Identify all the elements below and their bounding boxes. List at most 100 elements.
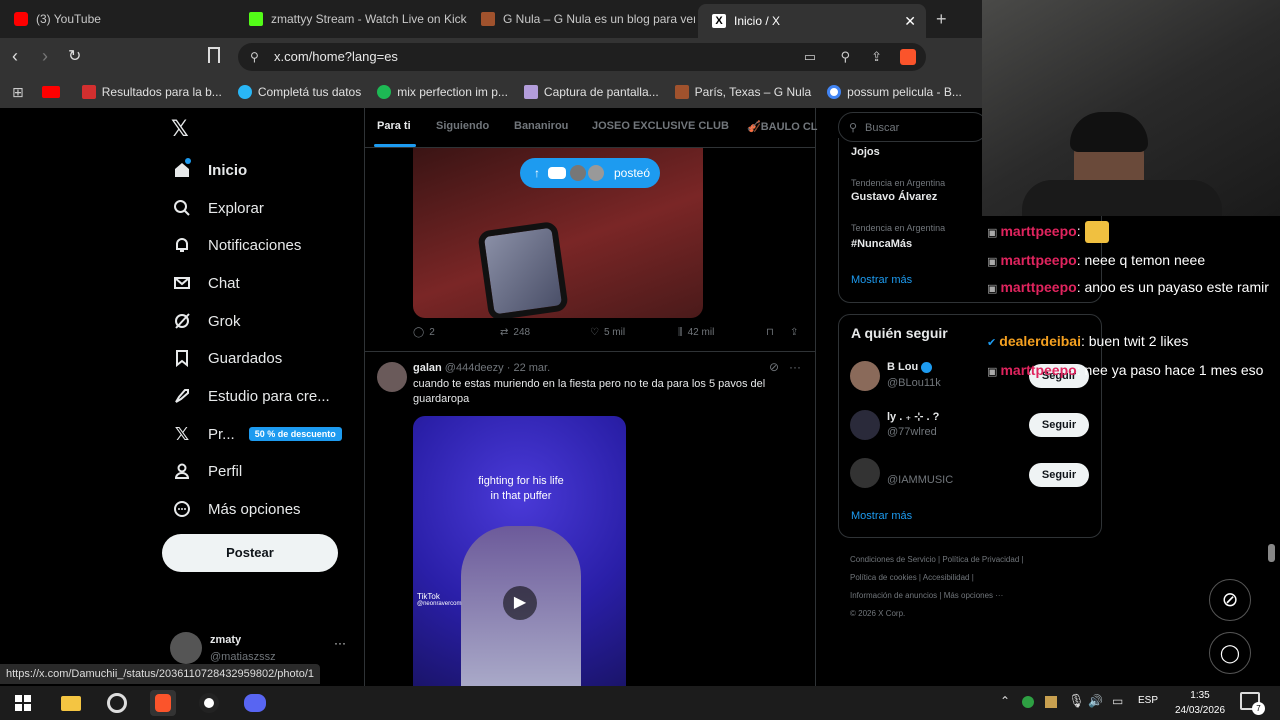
sidebar-item-explorar[interactable]: Explorar: [172, 198, 264, 218]
post-button[interactable]: Postear: [162, 534, 338, 572]
post-date[interactable]: · 22 mar.: [507, 362, 550, 374]
reply-button[interactable]: ◯ 2: [413, 327, 435, 338]
volume-icon[interactable]: 🔊: [1088, 694, 1103, 708]
tab-kick[interactable]: zmattyy Stream - Watch Live on Kick: [235, 0, 467, 38]
footer-line[interactable]: Condiciones de Servicio | Política de Pr…: [850, 551, 1080, 569]
play-button-icon[interactable]: ▶: [503, 586, 537, 620]
tab-joseo[interactable]: JOSEO EXCLUSIVE CLUB: [592, 120, 729, 132]
suggestion-row[interactable]: ly . ₊ ⊹ . ? @77wlred Seguir: [850, 408, 1090, 448]
like-count: 5 mil: [603, 327, 626, 338]
close-tab-icon[interactable]: ✕: [904, 13, 916, 30]
footer-line[interactable]: Información de anuncios | Más opciones ·…: [850, 587, 1080, 605]
language-indicator[interactable]: ESP: [1138, 695, 1158, 706]
follow-button[interactable]: Seguir: [1029, 463, 1089, 487]
tab-para-ti[interactable]: Para ti: [377, 120, 411, 132]
post[interactable]: galan @444deezy · 22 mar. ⊘ ··· cuando t…: [365, 352, 815, 686]
webcam-overlay: [982, 0, 1280, 216]
tab-baulo[interactable]: 🎻BAULO CL: [747, 120, 818, 133]
windows-start-icon[interactable]: [10, 690, 36, 716]
post-video[interactable]: fighting for his life in that puffer ▶ T…: [413, 416, 626, 686]
sidebar-item-inicio[interactable]: Inicio: [172, 158, 247, 180]
microphone-icon[interactable]: 🎙: [1068, 693, 1085, 709]
tray-chevron-icon[interactable]: ⌃: [1000, 694, 1010, 708]
chat-username: marttpeepo: [1000, 279, 1077, 295]
post-handle[interactable]: @444deezy: [445, 362, 504, 374]
x-logo-icon[interactable]: 𝕏: [171, 116, 189, 142]
forward-icon[interactable]: ›: [42, 46, 48, 67]
chat-text: : nee ya paso hace 1 mes eso: [1076, 362, 1264, 378]
tab-gnula[interactable]: G Nula – G Nula es un blog para ver: [467, 0, 695, 38]
bookmark-label: Completá tus datos: [257, 85, 362, 99]
show-more-link[interactable]: Mostrar más: [851, 510, 912, 522]
bookmark-item[interactable]: Completá tus datos: [237, 85, 362, 99]
bookmark-post-icon[interactable]: ⊓: [766, 327, 774, 338]
like-button[interactable]: ♡ 5 mil: [590, 327, 625, 338]
tray-app-icon[interactable]: [1045, 696, 1057, 708]
sidebar-item-mas-opciones[interactable]: Más opciones: [172, 499, 301, 519]
brave-shield-icon[interactable]: [900, 49, 916, 65]
bookmark-item[interactable]: mix perfection im p...: [377, 85, 508, 99]
suggestion-row[interactable]: @IAMMUSIC Seguir: [850, 458, 1090, 498]
page-scrollbar[interactable]: [1268, 544, 1275, 562]
site-settings-icon[interactable]: ⚲: [250, 43, 259, 71]
tab-siguiendo[interactable]: Siguiendo: [436, 120, 489, 132]
tab-youtube[interactable]: (3) YouTube: [0, 0, 235, 38]
discord-icon[interactable]: [242, 690, 268, 716]
avatar[interactable]: [850, 361, 880, 391]
network-icon[interactable]: ▭: [1112, 694, 1123, 708]
tab-x-home[interactable]: X Inicio / X ✕: [698, 4, 926, 38]
tab-bananirou[interactable]: Bananirou: [514, 120, 568, 132]
trend-name[interactable]: Jojos: [851, 146, 880, 158]
sidebar-item-premium[interactable]: 𝕏 Pr... 50 % de descuento: [172, 424, 342, 444]
clock[interactable]: 1:35 24/03/2026: [1168, 688, 1232, 718]
posted-pill[interactable]: ↑ posteó: [520, 158, 660, 188]
bookmark-item[interactable]: París, Texas – G Nula: [674, 85, 811, 99]
file-explorer-icon[interactable]: [58, 690, 84, 716]
share-icon[interactable]: ⇪: [871, 43, 882, 71]
sidebar-item-perfil[interactable]: Perfil: [172, 461, 242, 481]
follow-button[interactable]: Seguir: [1029, 413, 1089, 437]
clock-date: 24/03/2026: [1174, 705, 1226, 716]
show-more-link[interactable]: Mostrar más: [851, 274, 912, 286]
avatar[interactable]: [377, 362, 407, 392]
reload-icon[interactable]: ↻: [68, 46, 81, 66]
bookmark-item[interactable]: possum pelicula - B...: [827, 85, 962, 99]
brave-browser-icon[interactable]: [150, 690, 176, 716]
obs-icon[interactable]: [104, 690, 130, 716]
bookmark-item[interactable]: Resultados para la b...: [81, 85, 222, 99]
more-icon[interactable]: ···: [789, 360, 801, 374]
trend-name[interactable]: Gustavo Álvarez: [851, 191, 937, 203]
new-tab-icon[interactable]: +: [936, 9, 947, 30]
sidebar-item-chat[interactable]: Chat: [172, 273, 240, 293]
install-icon[interactable]: ▭: [804, 43, 816, 71]
sidebar-item-guardados[interactable]: Guardados: [172, 348, 282, 368]
views-button[interactable]: ⫼ 42 mil: [678, 327, 714, 338]
footer-line[interactable]: Política de cookies | Accesibilidad |: [850, 569, 1080, 587]
bookmark-youtube[interactable]: [41, 86, 66, 98]
url-field[interactable]: ⚲ x.com/home?lang=es ▭ ⚲ ⇪: [238, 43, 926, 71]
post-author[interactable]: galan: [413, 362, 442, 374]
more-icon[interactable]: ···: [334, 636, 346, 650]
sidebar-item-grok[interactable]: Grok: [172, 311, 241, 331]
active-tab-indicator: [374, 144, 416, 147]
bookmark-item[interactable]: Captura de pantalla...: [523, 85, 659, 99]
notifications-icon[interactable]: 7: [1240, 692, 1265, 715]
avatar[interactable]: [850, 410, 880, 440]
chat-float-button[interactable]: ◯: [1209, 632, 1251, 674]
back-icon[interactable]: ‹: [12, 46, 18, 67]
tray-app-icon[interactable]: [1022, 696, 1034, 708]
avatar[interactable]: [850, 458, 880, 488]
repost-button[interactable]: ⇄ 248: [500, 327, 530, 338]
share-post-icon[interactable]: ⇪: [790, 327, 798, 338]
sidebar-item-estudio[interactable]: Estudio para cre...: [172, 386, 330, 406]
grok-float-button[interactable]: ⊘: [1209, 579, 1251, 621]
grok-icon[interactable]: ⊘: [769, 360, 779, 374]
stream-chat-message: ▣ marttpeepo: anoo es un payaso este ram…: [987, 274, 1277, 303]
zoom-icon[interactable]: ⚲: [840, 43, 850, 71]
grok-icon: [172, 311, 192, 331]
sidebar-item-notificaciones[interactable]: Notificaciones: [172, 235, 301, 255]
apps-grid-icon[interactable]: ⊞: [12, 84, 24, 101]
trend-name[interactable]: #NuncaMás: [851, 238, 912, 250]
bookmark-page-icon[interactable]: [208, 47, 220, 63]
clock-app-icon[interactable]: [196, 690, 222, 716]
